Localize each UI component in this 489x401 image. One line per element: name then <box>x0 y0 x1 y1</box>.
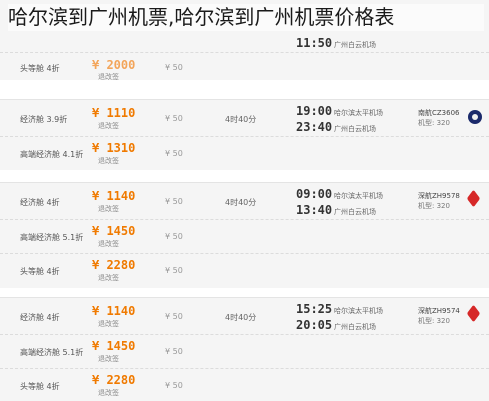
tax-fee: ¥ 50 <box>165 381 183 390</box>
refund-note[interactable]: 退改签 <box>98 72 119 82</box>
fare-row[interactable]: 高端经济舱 5.1折 ¥ 1450 退改签 ¥ 50 <box>0 219 489 252</box>
fare-row[interactable]: 经济舱 4折 ¥ 1140 退改签 ¥ 50 <box>0 298 489 330</box>
cabin-class: 高端经济舱 4.1折 <box>20 150 84 159</box>
arrival-airport: 广州白云机场 <box>334 41 376 49</box>
arrival-time: 11:50 <box>296 36 333 50</box>
fare-price[interactable]: ¥ 1140 <box>92 304 135 318</box>
cabin-class: 经济舱 4折 <box>20 198 60 207</box>
refund-note[interactable]: 退改签 <box>98 354 119 364</box>
tax-fee: ¥ 50 <box>165 63 183 72</box>
tax-fee: ¥ 50 <box>165 149 183 158</box>
refund-note[interactable]: 退改签 <box>98 204 119 214</box>
refund-note[interactable]: 退改签 <box>98 239 119 249</box>
fare-price[interactable]: ¥ 2280 <box>92 373 135 387</box>
flight-card: 深航ZH9574 机型: 320 15:25 哈尔滨太平机场 20:05 广州白… <box>0 297 489 401</box>
fare-price[interactable]: ¥ 2000 <box>92 58 135 72</box>
fare-row[interactable]: 头等舱 4折 ¥ 2280 退改签 ¥ 50 <box>0 368 489 401</box>
fare-row[interactable]: 头等舱 4折 ¥ 2000 退改签 ¥ 50 <box>0 52 489 81</box>
fare-price[interactable]: ¥ 1450 <box>92 224 135 238</box>
tax-fee: ¥ 50 <box>165 312 183 321</box>
flight-card: 深航ZH9578 机型: 320 09:00 哈尔滨太平机场 13:40 广州白… <box>0 182 489 288</box>
refund-note[interactable]: 退改签 <box>98 388 119 398</box>
refund-note[interactable]: 退改签 <box>98 319 119 329</box>
cabin-class: 高端经济舱 5.1折 <box>20 348 84 357</box>
refund-note[interactable]: 退改签 <box>98 156 119 166</box>
refund-note[interactable]: 退改签 <box>98 121 119 131</box>
cabin-class: 头等舱 4折 <box>20 267 60 276</box>
fare-row[interactable]: 经济舱 3.9折 ¥ 1110 退改签 ¥ 50 <box>0 100 489 132</box>
fare-price[interactable]: ¥ 2280 <box>92 258 135 272</box>
cabin-class: 头等舱 4折 <box>20 64 60 73</box>
tax-fee: ¥ 50 <box>165 266 183 275</box>
cabin-class: 头等舱 4折 <box>20 382 60 391</box>
fare-row[interactable]: 高端经济舱 5.1折 ¥ 1450 退改签 ¥ 50 <box>0 334 489 367</box>
fare-price[interactable]: ¥ 1450 <box>92 339 135 353</box>
tax-fee: ¥ 50 <box>165 114 183 123</box>
tax-fee: ¥ 50 <box>165 347 183 356</box>
refund-note[interactable]: 退改签 <box>98 273 119 283</box>
flight-card: 南航CZ3606 机型: 320 19:00 哈尔滨太平机场 23:40 广州白… <box>0 99 489 170</box>
fare-row[interactable]: 头等舱 4折 ¥ 2280 退改签 ¥ 50 <box>0 253 489 286</box>
fare-price[interactable]: ¥ 1140 <box>92 189 135 203</box>
fare-price[interactable]: ¥ 1310 <box>92 141 135 155</box>
fare-row[interactable]: 经济舱 4折 ¥ 1140 退改签 ¥ 50 <box>0 183 489 215</box>
fare-row[interactable]: 高端经济舱 4.1折 ¥ 1310 退改签 ¥ 50 <box>0 136 489 169</box>
page-title: 哈尔滨到广州机票,哈尔滨到广州机票价格表 <box>8 4 484 31</box>
fare-price[interactable]: ¥ 1110 <box>92 106 135 120</box>
cabin-class: 高端经济舱 5.1折 <box>20 233 84 242</box>
cabin-class: 经济舱 4折 <box>20 313 60 322</box>
tax-fee: ¥ 50 <box>165 197 183 206</box>
tax-fee: ¥ 50 <box>165 232 183 241</box>
cabin-class: 经济舱 3.9折 <box>20 115 68 124</box>
